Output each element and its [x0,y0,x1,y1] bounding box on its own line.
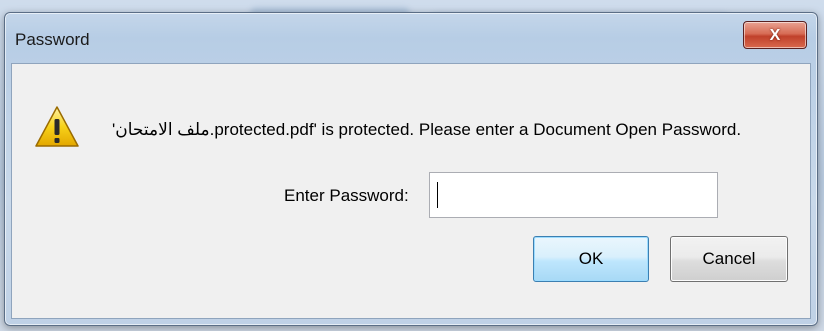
protected-message: 'ملف الامتحان.protected.pdf' is protecte… [112,120,742,139]
close-button[interactable]: X [743,21,807,49]
close-icon: X [769,27,781,44]
text-caret [437,182,438,208]
password-input[interactable] [429,172,718,218]
warning-icon [35,106,79,147]
dialog-title: Password [15,30,90,49]
password-label: Enter Password: [284,186,409,205]
dialog-body: 'ملف الامتحان.protected.pdf' is protecte… [11,63,811,319]
ok-button[interactable]: OK [533,236,649,282]
password-dialog: Password X 'ملف الامتحان.protected.pdf' … [4,12,818,326]
title-bar[interactable]: Password X [5,13,817,61]
cancel-button[interactable]: Cancel [670,236,788,282]
